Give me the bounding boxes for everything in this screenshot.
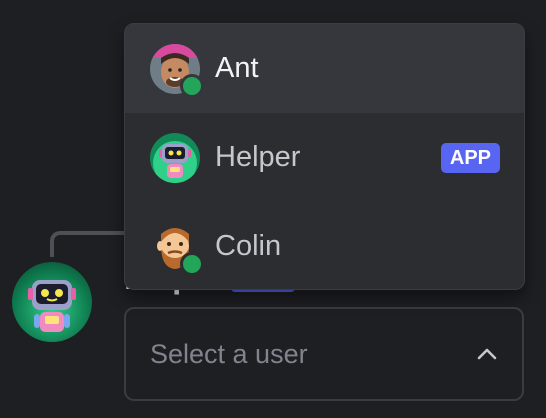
user-select[interactable]: Select a user <box>124 307 524 401</box>
user-select-dropdown: Ant Helper APP Colin <box>124 23 525 290</box>
option-label: Colin <box>215 230 282 262</box>
option-label: Helper <box>215 141 301 173</box>
avatar <box>150 132 200 183</box>
chat-stage: Helper Select a user <box>0 0 546 418</box>
option-ant[interactable]: Ant <box>125 24 524 113</box>
chevron-up-icon[interactable] <box>476 343 498 365</box>
app-badge: APP <box>440 143 500 173</box>
robot-avatar-icon <box>150 132 200 183</box>
user-select-placeholder: Select a user <box>150 338 308 369</box>
option-label: Ant <box>215 52 259 84</box>
message-author-avatar[interactable] <box>12 262 92 342</box>
option-helper[interactable]: Helper APP <box>125 113 524 202</box>
reply-connector-line <box>50 231 130 257</box>
robot-avatar-icon <box>28 280 76 332</box>
avatar <box>150 222 204 276</box>
online-status-icon <box>180 73 204 98</box>
avatar <box>150 43 204 98</box>
online-status-icon <box>180 251 204 276</box>
option-colin[interactable]: Colin <box>125 202 524 289</box>
